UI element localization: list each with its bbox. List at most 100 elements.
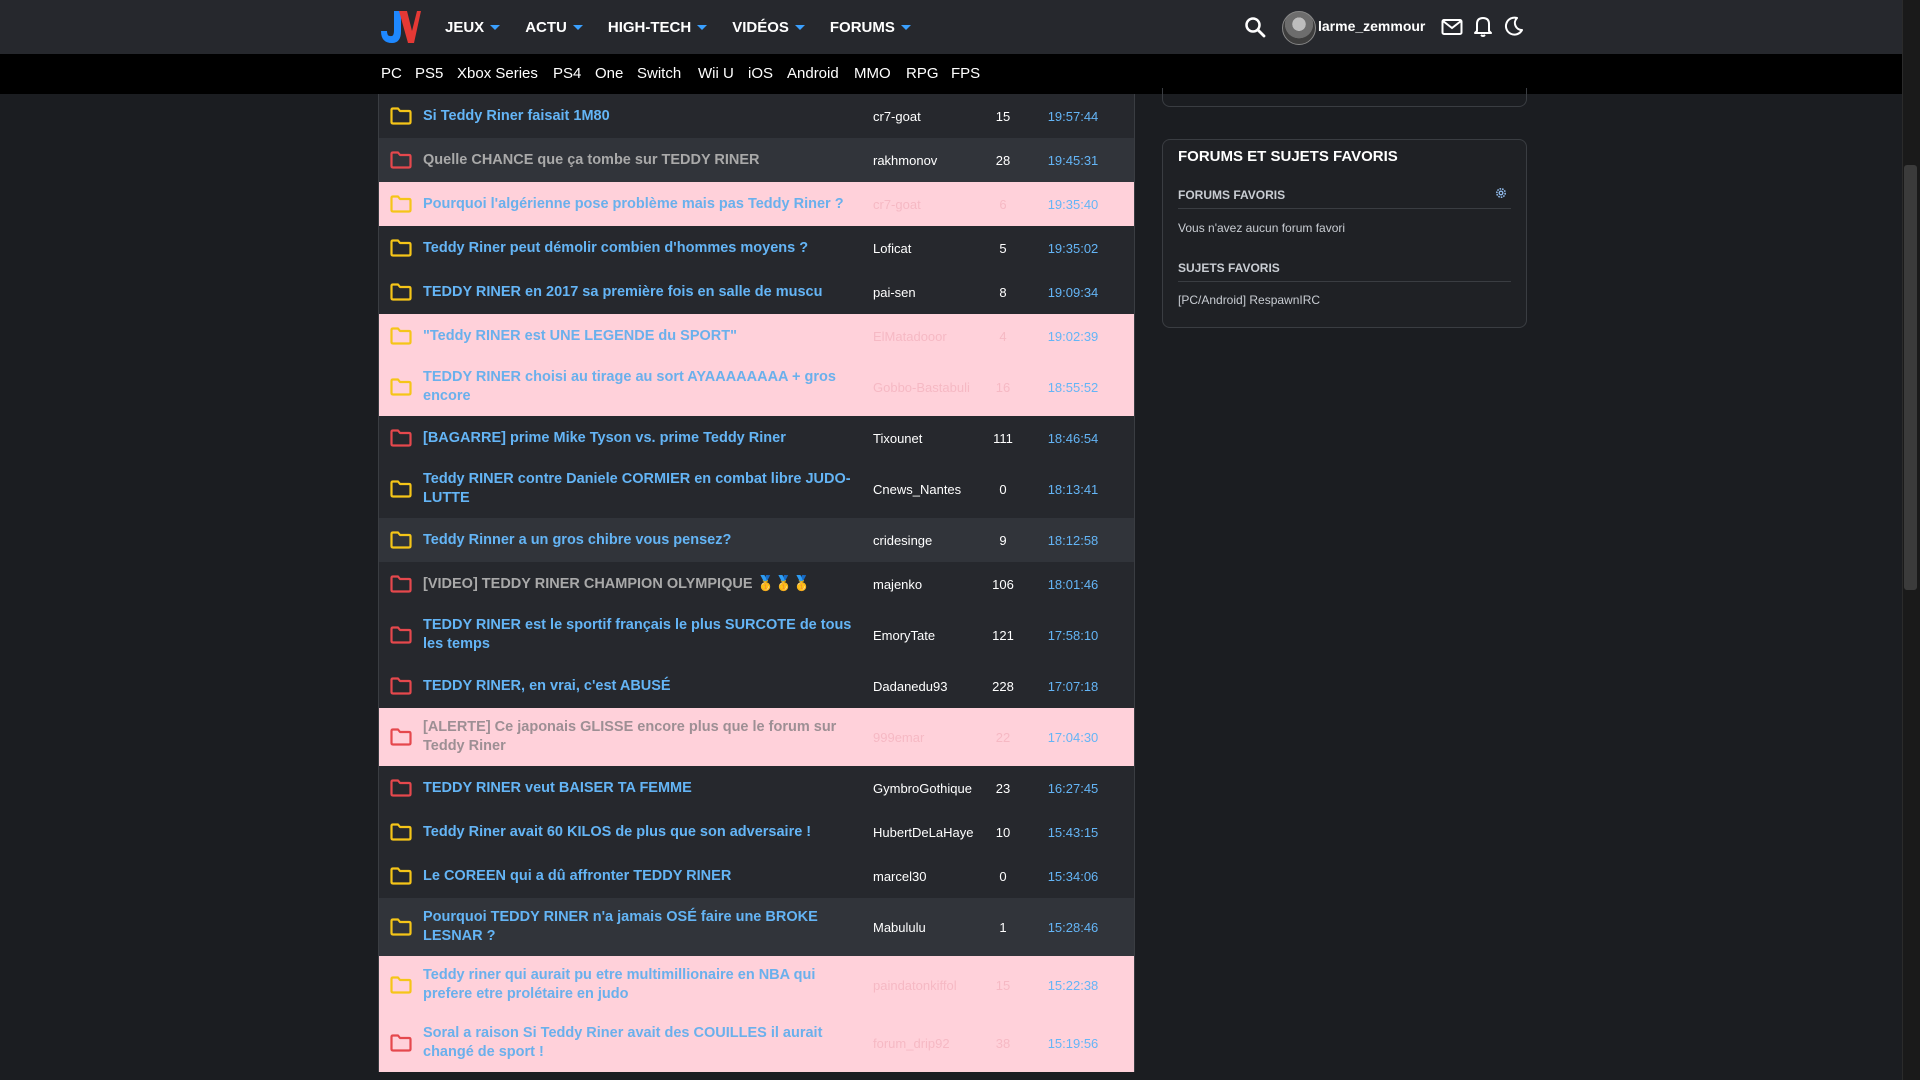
topic-last-message-time[interactable]: 15:22:38 (1033, 978, 1113, 993)
topic-last-message-time[interactable]: 16:27:45 (1033, 781, 1113, 796)
topic-last-message-time[interactable]: 18:13:41 (1033, 482, 1113, 497)
platform-link[interactable]: Android (787, 65, 839, 82)
topic-author[interactable]: Dadanedu93 (873, 679, 979, 694)
folder-icon (390, 327, 412, 345)
topic-author[interactable]: Mabululu (873, 920, 979, 935)
nav-forums[interactable]: FORUMS (830, 19, 911, 36)
topic-author[interactable]: Gobbo-Bastabuli (873, 380, 979, 395)
platform-link[interactable]: Wii U (698, 65, 734, 82)
gear-icon[interactable] (1494, 186, 1508, 200)
topic-last-message-time[interactable]: 15:19:56 (1033, 1036, 1113, 1051)
topic-title[interactable]: "Teddy RINER est UNE LEGENDE du SPORT" (423, 327, 853, 346)
platform-link[interactable]: PS5 (415, 65, 443, 82)
platform-link[interactable]: FPS (951, 65, 980, 82)
table-row: Teddy riner qui aurait pu etre multimill… (379, 956, 1134, 1014)
topic-title[interactable]: [ALERTE] Ce japonais GLISSE encore plus … (423, 718, 853, 756)
topic-title[interactable]: [BAGARRE] prime Mike Tyson vs. prime Ted… (423, 429, 853, 448)
topic-last-message-time[interactable]: 17:04:30 (1033, 730, 1113, 745)
nav-jeux[interactable]: JEUX (445, 19, 501, 36)
chevron-down-icon (572, 24, 583, 30)
topic-author[interactable]: paindatonkiffol (873, 978, 979, 993)
topic-author[interactable]: 999emar (873, 730, 979, 745)
topic-author[interactable]: EmoryTate (873, 628, 979, 643)
topic-title[interactable]: TEDDY RINER veut BAISER TA FEMME (423, 779, 853, 798)
topic-last-message-time[interactable]: 18:55:52 (1033, 380, 1113, 395)
topic-author[interactable]: marcel30 (873, 869, 979, 884)
platform-link[interactable]: One (595, 65, 623, 82)
topic-last-message-time[interactable]: 18:01:46 (1033, 577, 1113, 592)
table-row: Teddy Riner peut démolir combien d'homme… (379, 226, 1134, 270)
username[interactable]: larme_zemmour (1318, 18, 1425, 34)
jv-logo[interactable] (377, 9, 421, 45)
topic-title[interactable]: Teddy RINER contre Daniele CORMIER en co… (423, 470, 853, 508)
topic-reply-count: 0 (999, 481, 1007, 497)
topic-title[interactable]: Quelle CHANCE que ça tombe sur TEDDY RIN… (423, 151, 853, 170)
topic-last-message-time[interactable]: 19:35:02 (1033, 241, 1113, 256)
topic-title[interactable]: Teddy Riner peut démolir combien d'homme… (423, 239, 853, 258)
topic-last-message-time[interactable]: 19:35:40 (1033, 197, 1113, 212)
platform-link[interactable]: MMO (854, 65, 891, 82)
topic-last-message-time[interactable]: 17:58:10 (1033, 628, 1113, 643)
topic-last-message-time[interactable]: 15:28:46 (1033, 920, 1113, 935)
platform-link[interactable]: RPG (906, 65, 939, 82)
topic-title[interactable]: Si Teddy Riner faisait 1M80 (423, 107, 853, 126)
platform-link[interactable]: iOS (748, 65, 773, 82)
folder-icon (390, 283, 412, 301)
topic-title[interactable]: TEDDY RINER en 2017 sa première fois en … (423, 283, 853, 302)
topic-author[interactable]: Loficat (873, 241, 979, 256)
topic-last-message-time[interactable]: 19:45:31 (1033, 153, 1113, 168)
topic-author[interactable]: HubertDeLaHaye (873, 825, 979, 840)
topic-title[interactable]: TEDDY RINER choisi au tirage au sort AYA… (423, 368, 853, 406)
topic-list: Si Teddy Riner faisait 1M80 cr7-goat 15 19:… (378, 94, 1135, 1072)
topic-author[interactable]: Cnews_Nantes (873, 482, 979, 497)
platform-link[interactable]: Switch (637, 65, 681, 82)
topic-title[interactable]: Le COREEN qui a dû affronter TEDDY RINER (423, 867, 853, 886)
moon-icon[interactable] (1504, 16, 1524, 36)
topic-title[interactable]: Teddy Rinner a un gros chibre vous pense… (423, 531, 853, 550)
nav-videos-label: VIDÉOS (732, 18, 789, 36)
folder-icon (390, 728, 412, 746)
topic-title[interactable]: Teddy riner qui aurait pu etre multimill… (423, 966, 853, 1004)
topic-last-message-time[interactable]: 19:02:39 (1033, 329, 1113, 344)
topic-title[interactable]: TEDDY RINER, en vrai, c'est ABUSÉ (423, 677, 853, 696)
nav-videos[interactable]: VIDÉOS (732, 19, 805, 36)
search-icon[interactable] (1244, 16, 1266, 38)
topic-author[interactable]: Tixounet (873, 431, 979, 446)
nav-actu[interactable]: ACTU (525, 19, 583, 36)
mail-icon[interactable] (1441, 17, 1463, 37)
topic-title[interactable]: Teddy Riner avait 60 KILOS de plus que s… (423, 823, 853, 842)
topic-title[interactable]: [VIDEO] TEDDY RINER CHAMPION OLYMPIQUE 🥇… (423, 575, 853, 594)
topic-last-message-time[interactable]: 19:09:34 (1033, 285, 1113, 300)
topic-title[interactable]: Pourquoi TEDDY RINER n'a jamais OSÉ fair… (423, 908, 853, 946)
topic-reply-count: 38 (995, 1035, 1011, 1051)
topic-author[interactable]: GymbroGothique (873, 781, 979, 796)
platform-link[interactable]: PS4 (553, 65, 581, 82)
topic-last-message-time[interactable]: 19:57:44 (1033, 109, 1113, 124)
topic-author[interactable]: majenko (873, 577, 979, 592)
topic-title[interactable]: Pourquoi l'algérienne pose problème mais… (423, 195, 853, 214)
nav-high-tech[interactable]: HIGH-TECH (608, 19, 708, 36)
folder-icon (390, 1034, 412, 1052)
topic-author[interactable]: cridesinge (873, 533, 979, 548)
favorite-topic-link[interactable]: [PC/Android] RespawnIRC (1178, 293, 1320, 307)
platform-link[interactable]: PC (381, 65, 402, 82)
folder-icon (390, 823, 412, 841)
table-row: Si Teddy Riner faisait 1M80 cr7-goat 15 19:… (379, 94, 1134, 138)
topic-last-message-time[interactable]: 15:43:15 (1033, 825, 1113, 840)
topic-author[interactable]: ElMatadooor (873, 329, 979, 344)
topic-author[interactable]: cr7-goat (873, 197, 979, 212)
topic-last-message-time[interactable]: 18:46:54 (1033, 431, 1113, 446)
avatar[interactable] (1282, 11, 1316, 45)
topic-author[interactable]: rakhmonov (873, 153, 979, 168)
bell-icon[interactable] (1473, 15, 1493, 37)
scrollbar-thumb[interactable] (1904, 165, 1917, 590)
topic-last-message-time[interactable]: 15:34:06 (1033, 869, 1113, 884)
topic-author[interactable]: cr7-goat (873, 109, 979, 124)
topic-author[interactable]: pai-sen (873, 285, 979, 300)
topic-last-message-time[interactable]: 18:12:58 (1033, 533, 1113, 548)
topic-title[interactable]: Soral a raison Si Teddy Riner avait des … (423, 1024, 853, 1062)
platform-link[interactable]: Xbox Series (457, 65, 538, 82)
topic-author[interactable]: forum_drip92 (873, 1036, 979, 1051)
topic-title[interactable]: TEDDY RINER est le sportif français le p… (423, 616, 853, 654)
topic-last-message-time[interactable]: 17:07:18 (1033, 679, 1113, 694)
